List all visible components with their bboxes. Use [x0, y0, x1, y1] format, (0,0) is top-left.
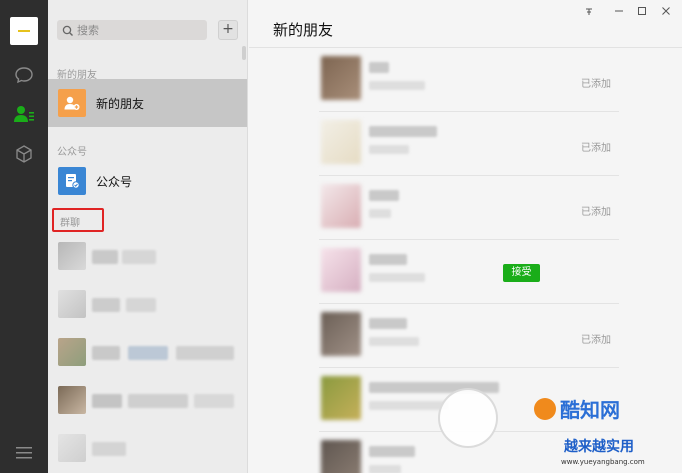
group-chats-highlight: 群聊 [52, 208, 104, 232]
cube-icon[interactable] [12, 142, 36, 166]
friend-request-row[interactable]: 已添加 [319, 176, 619, 240]
group-chat-row[interactable] [48, 236, 247, 278]
new-friends-label: 新的朋友 [96, 96, 145, 111]
search-icon [61, 23, 75, 37]
group-name-blurred [92, 298, 120, 312]
request-message-blurred [369, 465, 401, 473]
group-avatar [58, 290, 86, 318]
group-chat-row[interactable] [48, 380, 247, 422]
group-chat-row[interactable] [48, 332, 247, 374]
group-avatar [58, 242, 86, 270]
requester-avatar [321, 376, 361, 420]
group-name-blurred [128, 394, 188, 408]
menu-icon[interactable] [12, 441, 36, 465]
group-name-blurred [176, 346, 234, 360]
group-name-blurred [126, 298, 156, 312]
request-status: 已添加 [581, 207, 611, 218]
group-name-blurred [92, 250, 118, 264]
watermark-logo-icon [534, 398, 556, 420]
friend-request-row[interactable]: 已添加 [319, 48, 619, 112]
new-friends-item[interactable]: 新的朋友 [48, 79, 247, 127]
group-name-blurred [92, 394, 122, 408]
list-scrollbar[interactable] [242, 46, 246, 60]
nav-bar [0, 0, 48, 473]
group-name-blurred [194, 394, 234, 408]
friend-request-row[interactable]: 已添加 [319, 304, 619, 368]
requester-name-blurred [369, 190, 399, 201]
group-name-blurred [122, 250, 156, 264]
requester-name-blurred [369, 446, 415, 457]
request-status: 已添加 [581, 143, 611, 154]
official-accounts-label: 公众号 [96, 174, 133, 189]
section-label-group-chats: 群聊 [60, 218, 80, 229]
watermark-url: www.yueyangbang.com [561, 458, 645, 466]
requester-avatar [321, 440, 361, 473]
group-avatar [58, 386, 86, 414]
requester-avatar [321, 184, 361, 228]
watermark-emblem [438, 388, 498, 448]
group-chat-row[interactable] [48, 428, 247, 470]
wechat-window: + 新的朋友 新的朋友 公众号 公众号 群聊 [0, 0, 682, 473]
search-box[interactable] [57, 20, 207, 40]
add-friend-icon [58, 89, 86, 117]
request-status: 已添加 [581, 335, 611, 346]
watermark-slogan: 越来越实用 [564, 439, 634, 455]
accept-button[interactable]: 接受 [503, 264, 540, 282]
my-avatar[interactable] [10, 17, 38, 45]
request-status: 已添加 [581, 79, 611, 90]
requester-avatar [321, 120, 361, 164]
search-input[interactable] [77, 22, 201, 38]
pin-icon[interactable] [582, 4, 596, 18]
group-name-blurred [92, 346, 120, 360]
group-avatar [58, 434, 86, 462]
section-label-official-accounts: 公众号 [57, 147, 87, 158]
request-message-blurred [369, 337, 419, 346]
requester-avatar [321, 248, 361, 292]
request-message-blurred [369, 145, 409, 154]
request-message-blurred [369, 81, 425, 90]
contacts-list-panel: + 新的朋友 新的朋友 公众号 公众号 群聊 [48, 0, 248, 473]
requester-avatar [321, 56, 361, 100]
friend-request-row[interactable] [319, 240, 619, 304]
requester-name-blurred [369, 62, 389, 73]
group-name-blurred [92, 442, 126, 456]
request-message-blurred [369, 209, 391, 218]
friend-request-row[interactable]: 已添加 [319, 112, 619, 176]
maximize-icon[interactable] [635, 4, 649, 18]
request-message-blurred [369, 273, 425, 282]
group-chat-row[interactable] [48, 284, 247, 326]
chat-bubble-icon[interactable] [12, 63, 36, 87]
contacts-icon[interactable] [12, 102, 36, 126]
requester-name-blurred [369, 126, 437, 137]
requester-avatar [321, 312, 361, 356]
official-account-icon [58, 167, 86, 195]
group-name-blurred [128, 346, 168, 360]
minimize-icon[interactable] [612, 4, 626, 18]
requester-name-blurred [369, 318, 407, 329]
add-button[interactable]: + [218, 20, 238, 40]
requester-name-blurred [369, 254, 407, 265]
close-icon[interactable] [659, 4, 673, 18]
group-avatar [58, 338, 86, 366]
watermark-site-name: 酷知网 [560, 398, 620, 422]
site-watermark: 酷知网 越来越实用 www.yueyangbang.com [430, 388, 682, 473]
page-title: 新的朋友 [273, 21, 334, 39]
official-accounts-item[interactable]: 公众号 [48, 157, 247, 205]
